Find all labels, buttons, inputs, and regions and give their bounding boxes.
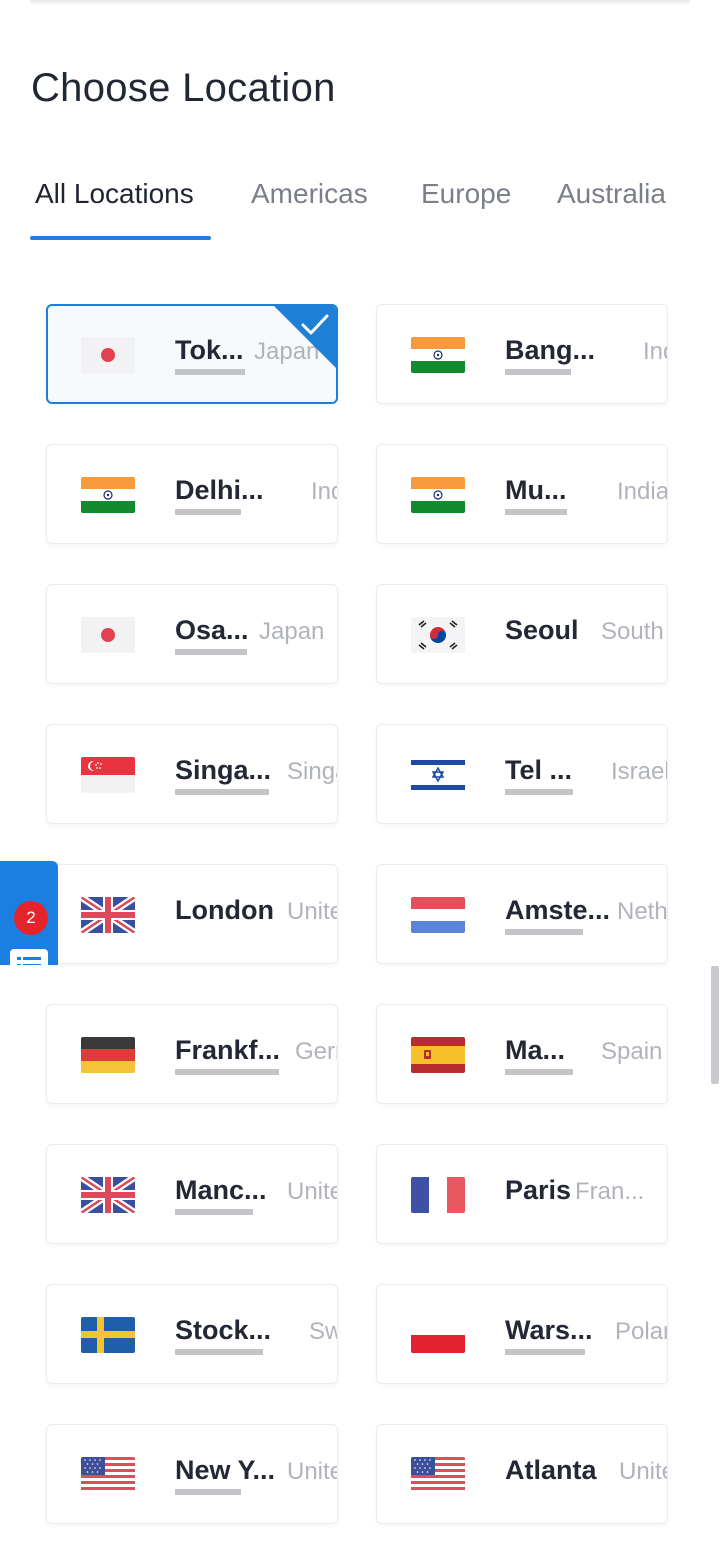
notification-badge: 2 xyxy=(14,901,48,935)
country-name: United States xyxy=(619,1458,667,1485)
checkmark-icon xyxy=(301,314,329,335)
city-name: Ma... xyxy=(505,1035,566,1065)
uk-flag-icon xyxy=(81,897,135,933)
germany-flag-icon xyxy=(81,1037,135,1073)
city-name: Mu... xyxy=(505,475,567,505)
city-name: Wars... xyxy=(505,1315,593,1345)
city-name-underline xyxy=(175,1489,241,1495)
city-name: London xyxy=(175,895,274,925)
location-card[interactable]: London United Kingdom xyxy=(46,864,338,964)
location-card[interactable]: Manc... United Kingdom xyxy=(46,1144,338,1244)
list-icon[interactable] xyxy=(10,949,48,965)
location-card[interactable]: Singa... Singapore xyxy=(46,724,338,824)
south-korea-flag-icon xyxy=(411,617,465,653)
country-name: Poland xyxy=(615,1318,667,1345)
city-name: Amste... xyxy=(505,895,611,925)
tab-americas[interactable]: Americas xyxy=(251,178,368,242)
uk-flag-icon xyxy=(81,1177,135,1213)
city-name: Frankf... xyxy=(175,1035,281,1065)
country-name: India xyxy=(311,478,337,505)
usa-flag-icon xyxy=(411,1457,465,1493)
location-card[interactable]: Delhi... India xyxy=(46,444,338,544)
tab-australia[interactable]: Australia xyxy=(557,178,666,242)
country-name: Israel xyxy=(611,758,668,785)
city-name-underline xyxy=(175,789,269,795)
location-card[interactable]: Tel ... Israel xyxy=(376,724,668,824)
city-name-underline xyxy=(175,1349,263,1355)
city-name: Osa... xyxy=(175,615,249,645)
location-card[interactable]: Tok... Japan xyxy=(46,304,338,404)
active-tab-indicator xyxy=(30,236,211,240)
header-shadow xyxy=(30,0,690,6)
city-name-underline xyxy=(175,649,247,655)
city-name: Seoul xyxy=(505,615,579,645)
city-name-underline xyxy=(175,369,245,375)
location-card[interactable]: Seoul South Korea xyxy=(376,584,668,684)
country-name: Netherlands xyxy=(617,898,668,925)
country-name: Fran... xyxy=(575,1178,645,1205)
city-name: Delhi... xyxy=(175,475,264,505)
city-name-underline xyxy=(505,369,571,375)
city-name: Paris xyxy=(505,1175,572,1205)
country-name: South Korea xyxy=(601,618,667,645)
india-flag-icon xyxy=(411,477,465,513)
japan-flag-icon xyxy=(81,337,135,373)
country-name: Singapore xyxy=(287,758,337,785)
country-name: Spain xyxy=(601,1038,663,1065)
india-flag-icon xyxy=(411,337,465,373)
country-name: Germany xyxy=(295,1038,337,1065)
city-name: Tel ... xyxy=(505,755,573,785)
location-card[interactable]: Mu... India xyxy=(376,444,668,544)
city-name-underline xyxy=(505,1069,573,1075)
israel-flag-icon xyxy=(411,757,465,793)
singapore-flag-icon xyxy=(81,757,135,793)
location-card[interactable]: Stock... Sweden xyxy=(46,1284,338,1384)
city-name-underline xyxy=(175,1209,253,1215)
location-tabs: All Locations Americas Europe Australia xyxy=(0,178,670,242)
city-name-underline xyxy=(505,929,583,935)
country-name: United Kingdom xyxy=(287,1178,337,1205)
city-name-underline xyxy=(175,509,241,515)
city-name: Stock... xyxy=(175,1315,272,1345)
usa-flag-icon xyxy=(81,1457,135,1493)
france-flag-icon xyxy=(411,1177,465,1213)
country-name: Japan xyxy=(259,618,325,645)
country-name: United States xyxy=(287,1458,337,1485)
city-name: Manc... xyxy=(175,1175,267,1205)
city-name: New Y... xyxy=(175,1455,276,1485)
location-card[interactable]: Bang... India xyxy=(376,304,668,404)
location-card[interactable]: Osa... Japan xyxy=(46,584,338,684)
location-card[interactable]: New Y... United States xyxy=(46,1424,338,1524)
country-name: India xyxy=(643,338,667,365)
city-name-underline xyxy=(505,1349,585,1355)
location-card[interactable]: Wars... Poland xyxy=(376,1284,668,1384)
city-name: Atlanta xyxy=(505,1455,597,1485)
scrollbar[interactable] xyxy=(711,966,719,1084)
country-name: Sweden xyxy=(309,1318,337,1345)
floating-widget[interactable]: 2 xyxy=(0,861,58,965)
tab-all-locations[interactable]: All Locations xyxy=(35,178,194,242)
country-name: United Kingdom xyxy=(287,898,337,925)
location-card[interactable]: Paris Fran... xyxy=(376,1144,668,1244)
country-name: India xyxy=(617,478,668,505)
city-name-underline xyxy=(175,1069,279,1075)
city-name: Bang... xyxy=(505,335,596,365)
poland-flag-icon xyxy=(411,1317,465,1353)
location-card[interactable]: Atlanta United States xyxy=(376,1424,668,1524)
sweden-flag-icon xyxy=(81,1317,135,1353)
tab-europe[interactable]: Europe xyxy=(421,178,511,242)
page-title: Choose Location xyxy=(31,66,336,110)
city-name-underline xyxy=(505,789,573,795)
india-flag-icon xyxy=(81,477,135,513)
netherlands-flag-icon xyxy=(411,897,465,933)
city-name: Tok... xyxy=(175,335,244,365)
location-card[interactable]: Amste...Netherlands xyxy=(376,864,668,964)
location-card[interactable]: Frankf... Germany xyxy=(46,1004,338,1104)
japan-flag-icon xyxy=(81,617,135,653)
city-name: Singa... xyxy=(175,755,272,785)
city-name-underline xyxy=(505,509,567,515)
spain-flag-icon xyxy=(411,1037,465,1073)
location-card[interactable]: Ma... Spain xyxy=(376,1004,668,1104)
